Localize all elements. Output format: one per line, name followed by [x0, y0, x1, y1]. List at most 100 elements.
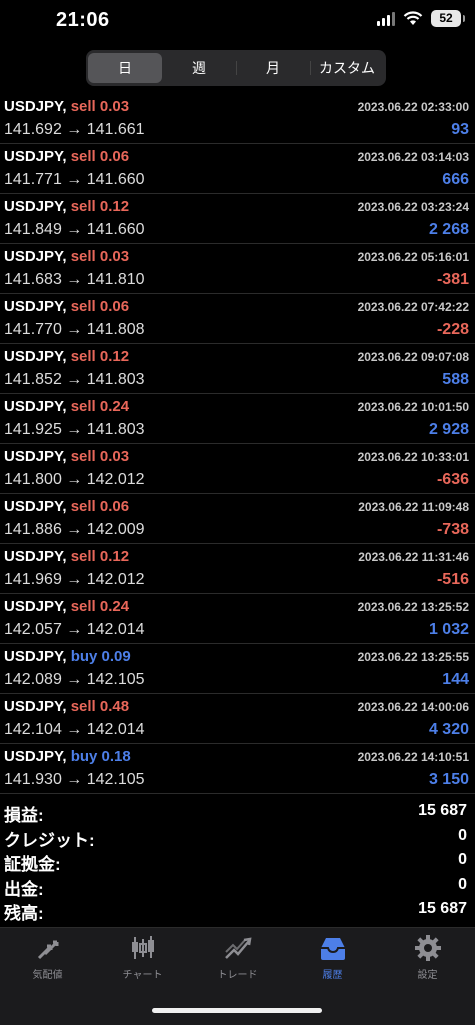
trade-prices: 141.886 → 142.009	[4, 521, 145, 538]
trade-row[interactable]: USDJPY, sell 0.03 141.692 → 141.661 2023.0…	[0, 94, 475, 144]
summary-value: 0	[458, 851, 467, 868]
close-price: 141.660	[86, 221, 145, 238]
tab-chart[interactable]: チャート	[95, 934, 190, 981]
summary-row: クレジット: 0	[0, 825, 475, 850]
trade-side: sell 0.03	[71, 448, 129, 465]
volume-label: 0.06	[99, 498, 130, 515]
trade-row[interactable]: USDJPY, sell 0.48 142.104 → 142.014 2023.0…	[0, 694, 475, 744]
volume-label: 0.12	[99, 198, 130, 215]
trade-profit: -636	[436, 471, 469, 488]
close-price: 142.012	[86, 471, 145, 488]
trade-row[interactable]: USDJPY, buy 0.09 142.089 → 142.105 2023.06…	[0, 644, 475, 694]
symbol-label: USDJPY,	[4, 598, 67, 615]
trade-row[interactable]: USDJPY, sell 0.12 141.852 → 141.803 2023.0…	[0, 344, 475, 394]
tab-history-label: 履歴	[322, 970, 343, 981]
trade-side: sell 0.03	[71, 98, 129, 115]
open-price: 141.886	[4, 521, 62, 538]
summary-row: 損益: 15 687	[0, 800, 475, 825]
summary-value: 0	[458, 875, 467, 893]
trade-datetime: 2023.06.22 13:25:55	[357, 650, 469, 664]
trade-datetime: 2023.06.22 10:33:01	[357, 450, 469, 464]
volume-label: 0.09	[101, 648, 131, 665]
trade-datetime: 2023.06.22 09:07:08	[357, 350, 469, 364]
volume-label: 0.24	[99, 398, 130, 415]
trade-profit: -738	[436, 521, 469, 538]
tab-trade[interactable]: トレード	[190, 934, 285, 981]
trade-side: sell 0.12	[71, 348, 129, 365]
side-label: sell	[70, 548, 96, 565]
trade-datetime: 2023.06.22 07:42:22	[357, 300, 469, 314]
volume-label: 0.06	[99, 148, 130, 165]
volume-label: 0.12	[99, 548, 130, 565]
trade-row[interactable]: USDJPY, sell 0.12 141.849 → 141.660 2023.0…	[0, 194, 475, 244]
trade-prices: 141.930 → 142.105	[4, 771, 145, 788]
tab-history[interactable]: 履歴	[285, 934, 380, 981]
close-price: 141.660	[86, 171, 145, 188]
tab-day[interactable]: 日	[88, 53, 162, 83]
summary-label: 出金:	[4, 879, 44, 899]
side-label: sell	[70, 598, 96, 615]
tab-custom[interactable]: カスタム	[310, 53, 384, 83]
summary-row: 残高: 15 687	[0, 898, 475, 923]
trade-side: sell 0.48	[71, 698, 129, 715]
trade-row[interactable]: USDJPY, sell 0.06 141.770 → 141.808 2023.0…	[0, 294, 475, 344]
trade-datetime: 2023.06.22 03:14:03	[357, 150, 469, 164]
close-price: 142.009	[86, 521, 145, 538]
trade-side: buy 0.18	[71, 748, 131, 765]
trade-profit: 4 320	[428, 721, 469, 738]
trade-row[interactable]: USDJPY, sell 0.24 141.925 → 141.803 2023.0…	[0, 394, 475, 444]
open-price: 141.692	[4, 121, 62, 138]
summary-value: 0	[458, 826, 467, 844]
trade-side: sell 0.24	[71, 598, 129, 615]
trade-side: sell 0.12	[71, 198, 129, 215]
trade-row[interactable]: USDJPY, sell 0.12 141.969 → 142.012 2023.0…	[0, 544, 475, 594]
trade-profit: 3 150	[428, 771, 469, 788]
trade-symbol: USDJPY, sell 0.48	[4, 698, 129, 715]
trade-symbol: USDJPY, sell 0.06	[4, 298, 129, 315]
trade-row[interactable]: USDJPY, buy 0.18 141.930 → 142.105 2023.06…	[0, 744, 475, 794]
wifi-icon	[403, 11, 423, 26]
open-price: 141.771	[4, 171, 62, 188]
trade-row[interactable]: USDJPY, sell 0.24 142.057 → 142.014 2023.0…	[0, 594, 475, 644]
trade-datetime: 2023.06.22 14:10:51	[357, 750, 469, 764]
side-label: sell	[70, 298, 96, 315]
summary-row: 出金: 0	[0, 874, 475, 899]
trade-row[interactable]: USDJPY, sell 0.03 141.800 → 142.012 2023.0…	[0, 444, 475, 494]
volume-label: 0.18	[101, 748, 131, 765]
trade-profit: 2 928	[428, 421, 469, 438]
trade-symbol: USDJPY, sell 0.12	[4, 348, 129, 365]
trade-icon	[224, 937, 252, 959]
volume-label: 0.03	[99, 98, 130, 115]
trade-prices: 141.692 → 141.661	[4, 121, 145, 138]
trade-symbol: USDJPY, sell 0.24	[4, 598, 129, 615]
trade-profit: -381	[436, 271, 469, 288]
trade-symbol: USDJPY, sell 0.06	[4, 148, 129, 165]
symbol-label: USDJPY,	[4, 398, 67, 415]
volume-label: 0.12	[99, 348, 130, 365]
tab-settings-label: 設定	[417, 970, 438, 981]
open-price: 141.925	[4, 421, 62, 438]
trade-row[interactable]: USDJPY, sell 0.06 141.886 → 142.009 2023.0…	[0, 494, 475, 544]
close-price: 141.803	[86, 421, 145, 438]
trade-side: sell 0.06	[71, 148, 129, 165]
symbol-label: USDJPY,	[4, 148, 67, 165]
trade-profit: -516	[436, 571, 469, 588]
trade-prices: 141.771 → 141.660	[4, 171, 145, 188]
tab-settings[interactable]: 設定	[380, 934, 475, 981]
close-price: 141.808	[86, 321, 145, 338]
trade-row[interactable]: USDJPY, sell 0.06 141.771 → 141.660 2023.0…	[0, 144, 475, 194]
summary-label: クレジット:	[4, 830, 95, 850]
summary-label: 証拠金:	[4, 855, 61, 874]
trade-profit: 588	[442, 371, 469, 388]
tab-quotes[interactable]: 気配値	[0, 934, 95, 981]
symbol-label: USDJPY,	[4, 98, 67, 115]
symbol-label: USDJPY,	[4, 748, 67, 765]
trade-prices: 141.852 → 141.803	[4, 371, 145, 388]
close-price: 141.803	[86, 371, 145, 388]
trade-prices: 141.770 → 141.808	[4, 321, 145, 338]
tab-month[interactable]: 月	[236, 53, 310, 83]
open-price: 141.770	[4, 321, 62, 338]
tab-week[interactable]: 週	[162, 53, 236, 83]
trade-symbol: USDJPY, sell 0.24	[4, 398, 129, 415]
trade-row[interactable]: USDJPY, sell 0.03 141.683 → 141.810 2023.0…	[0, 244, 475, 294]
